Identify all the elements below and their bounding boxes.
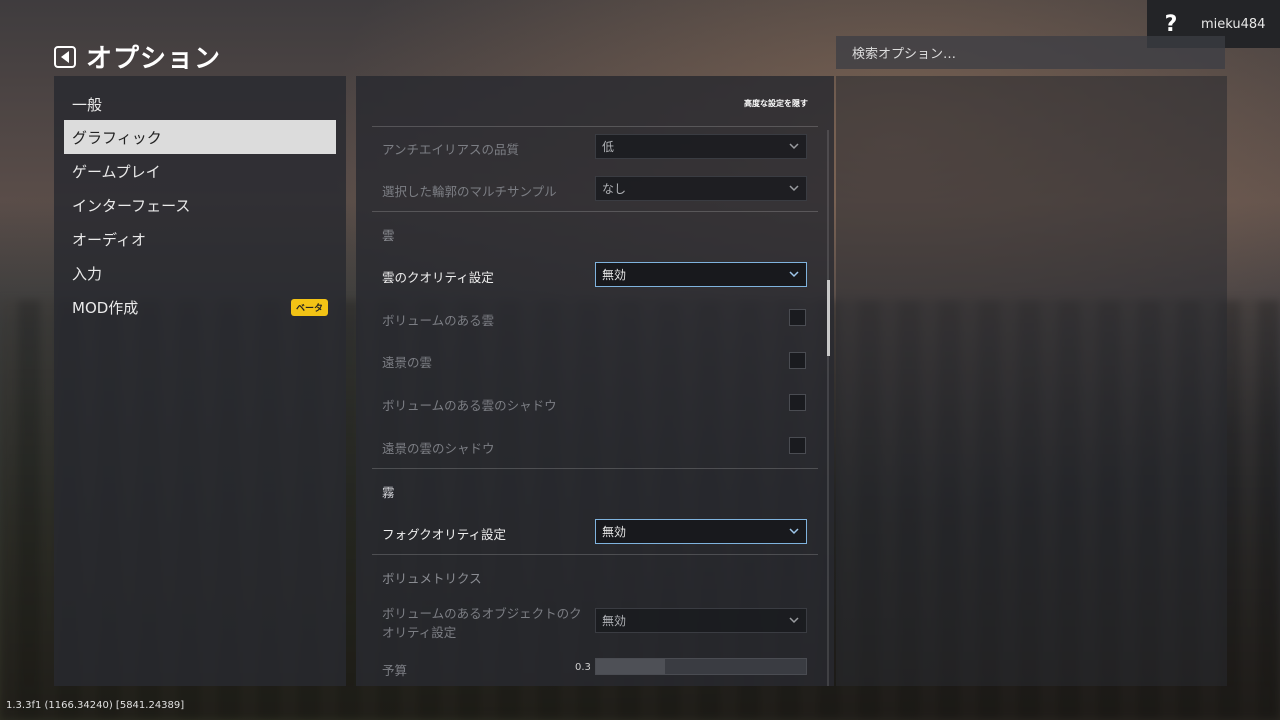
budget-label: 予算 [382, 663, 408, 678]
fog-section-header: 霧 [382, 485, 395, 500]
volumetric-cloud-shadows-checkbox[interactable] [789, 394, 806, 411]
sidebar-item-label: 一般 [72, 95, 103, 114]
dropdown-value: 無効 [602, 525, 627, 539]
username[interactable]: mieku484 [1195, 17, 1265, 32]
budget-value: 0.3 [575, 662, 591, 673]
volumetric-clouds-label: ボリュームのある雲 [382, 313, 495, 328]
settings-panel: 高度な設定を隠す アンチエイリアスの品質 低 選択した輪郭のマルチサンプル なし… [356, 76, 834, 686]
divider [372, 468, 818, 469]
chevron-down-icon [789, 185, 799, 192]
dropdown-value: 無効 [602, 614, 627, 628]
sidebar-item-label: インターフェース [72, 196, 191, 215]
chevron-down-icon [789, 143, 799, 150]
distant-clouds-label: 遠景の雲 [382, 355, 433, 370]
chevron-down-icon [789, 271, 799, 278]
beta-badge: ベータ [290, 299, 328, 316]
sidebar: 一般 グラフィック ゲームプレイ インターフェース オーディオ 入力 MOD作成… [54, 76, 346, 686]
version-label: 1.3.3f1 (1166.34240) [5841.24389] [6, 700, 185, 711]
scrollbar-track[interactable] [827, 130, 829, 686]
antialias-quality-dropdown[interactable]: 低 [595, 134, 807, 159]
budget-slider[interactable] [595, 658, 807, 675]
volumetrics-section-header: ボリュメトリクス [382, 571, 482, 586]
sidebar-item-label: オーディオ [72, 230, 146, 249]
sidebar-item-modding[interactable]: MOD作成 ベータ [64, 290, 336, 324]
volumetric-objects-quality-label: ボリュームのあるオブジェクトのク オリティ設定 [382, 604, 582, 642]
chevron-down-icon [789, 528, 799, 535]
msaa-dropdown[interactable]: なし [595, 176, 807, 201]
fog-quality-dropdown[interactable]: 無効 [595, 519, 807, 544]
divider [372, 554, 818, 555]
sidebar-item-interface[interactable]: インターフェース [64, 188, 336, 222]
search-input[interactable]: 検索オプション… [836, 36, 1225, 69]
hide-advanced-button[interactable]: 高度な設定を隠す [744, 98, 808, 109]
help-button[interactable]: ? [1147, 12, 1195, 37]
sidebar-item-label: MOD作成 [72, 298, 139, 317]
description-panel [836, 76, 1227, 686]
volumetric-cloud-shadows-label: ボリュームのある雲のシャドウ [382, 398, 557, 413]
distant-cloud-shadows-label: 遠景の雲のシャドウ [382, 441, 495, 456]
page-title: オプション [86, 44, 222, 74]
page-header: オプション [54, 38, 221, 75]
sidebar-item-label: 入力 [72, 264, 103, 283]
back-button[interactable] [54, 45, 76, 68]
antialias-quality-label: アンチエイリアスの品質 [382, 142, 520, 157]
cloud-quality-label: 雲のクオリティ設定 [382, 270, 494, 285]
sidebar-item-audio[interactable]: オーディオ [64, 222, 336, 256]
sidebar-item-gameplay[interactable]: ゲームプレイ [64, 154, 336, 188]
sidebar-item-general[interactable]: 一般 [64, 87, 336, 121]
dropdown-value: 無効 [602, 268, 627, 282]
sidebar-item-input[interactable]: 入力 [64, 256, 336, 290]
fog-quality-label: フォグクオリティ設定 [382, 527, 507, 542]
chevron-down-icon [789, 617, 799, 624]
distant-cloud-shadows-checkbox[interactable] [789, 437, 806, 454]
cloud-quality-dropdown[interactable]: 無効 [595, 262, 807, 287]
volumetric-clouds-checkbox[interactable] [789, 309, 806, 326]
clouds-section-header: 雲 [382, 228, 395, 243]
distant-clouds-checkbox[interactable] [789, 352, 806, 369]
msaa-label: 選択した輪郭のマルチサンプル [382, 184, 557, 199]
label-line: ボリュームのあるオブジェクトのク [382, 606, 582, 621]
label-line: オリティ設定 [382, 625, 457, 640]
sidebar-item-label: グラフィック [72, 128, 162, 147]
volumetric-objects-quality-dropdown[interactable]: 無効 [595, 608, 807, 633]
slider-fill [596, 659, 666, 674]
sidebar-item-label: ゲームプレイ [72, 162, 161, 181]
scrollbar-thumb[interactable] [827, 280, 830, 356]
dropdown-value: 低 [602, 140, 615, 154]
divider [372, 126, 818, 127]
divider [372, 211, 818, 212]
sidebar-item-graphics[interactable]: グラフィック [64, 120, 336, 154]
back-arrow-icon [61, 50, 69, 63]
dropdown-value: なし [602, 182, 627, 196]
